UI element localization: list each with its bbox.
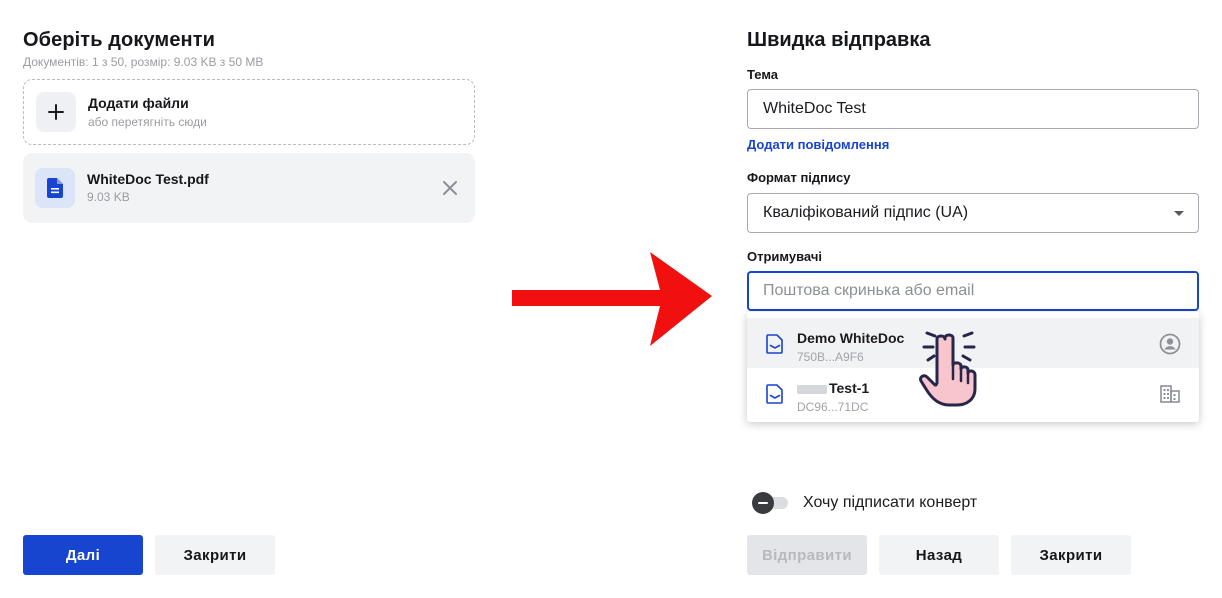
documents-counter: Документів: 1 з 50, розмір: 9.03 KB з 50… bbox=[23, 55, 264, 69]
document-icon bbox=[35, 168, 75, 208]
sign-envelope-label: Хочу підписати конверт bbox=[803, 494, 978, 511]
send-button[interactable]: Відправити bbox=[747, 535, 867, 575]
back-button[interactable]: Назад bbox=[879, 535, 999, 575]
suggestion-name: Demo WhiteDoc bbox=[797, 330, 905, 346]
mailbox-icon bbox=[766, 334, 783, 354]
user-circle-icon bbox=[1159, 333, 1181, 355]
signature-format-label: Формат підпису bbox=[747, 170, 851, 185]
remove-file-close-icon[interactable] bbox=[441, 179, 459, 197]
subject-label: Тема bbox=[747, 67, 779, 82]
pointing-hand-icon bbox=[919, 331, 977, 407]
right-page-title: Швидка відправка bbox=[747, 29, 931, 51]
file-size: 9.03 KB bbox=[87, 190, 130, 204]
signature-format-select[interactable]: Кваліфікований підпис (UA) bbox=[747, 193, 1199, 233]
recipients-placeholder: Поштова скринька або email bbox=[763, 282, 975, 299]
next-button[interactable]: Далі bbox=[23, 535, 143, 575]
redacted-mark bbox=[797, 384, 827, 394]
file-name: WhiteDoc Test.pdf bbox=[87, 171, 209, 187]
subject-value: WhiteDoc Test bbox=[763, 100, 866, 117]
mailbox-icon bbox=[766, 384, 783, 404]
recipients-input[interactable]: Поштова скринька або email bbox=[747, 271, 1199, 311]
file-card: WhiteDoc Test.pdf 9.03 KB bbox=[23, 153, 475, 223]
add-files-dropzone[interactable]: Додати файли або перетягніть сюди bbox=[23, 79, 475, 145]
left-page-title: Оберіть документи bbox=[23, 29, 216, 51]
plus-icon bbox=[36, 92, 76, 132]
add-files-label: Додати файли bbox=[88, 95, 189, 111]
recipients-label: Отримувачі bbox=[747, 249, 822, 264]
sign-envelope-toggle[interactable] bbox=[752, 492, 790, 514]
caret-down-icon bbox=[1174, 211, 1184, 216]
building-icon bbox=[1160, 385, 1180, 403]
suggestion-name: Test-1 bbox=[797, 380, 869, 396]
left-close-button[interactable]: Закрити bbox=[155, 535, 275, 575]
suggestion-code: DC96...71DC bbox=[797, 400, 869, 414]
red-arrow-icon bbox=[512, 252, 712, 346]
add-message-link[interactable]: Додати повідомлення bbox=[747, 137, 889, 152]
subject-input[interactable]: WhiteDoc Test bbox=[747, 89, 1199, 129]
signature-format-value: Кваліфікований підпис (UA) bbox=[763, 204, 969, 221]
suggestion-code: 750B...A9F6 bbox=[797, 350, 864, 364]
toggle-knob bbox=[752, 492, 774, 514]
dropzone-hint: або перетягніть сюди bbox=[88, 115, 207, 129]
right-close-button[interactable]: Закрити bbox=[1011, 535, 1131, 575]
